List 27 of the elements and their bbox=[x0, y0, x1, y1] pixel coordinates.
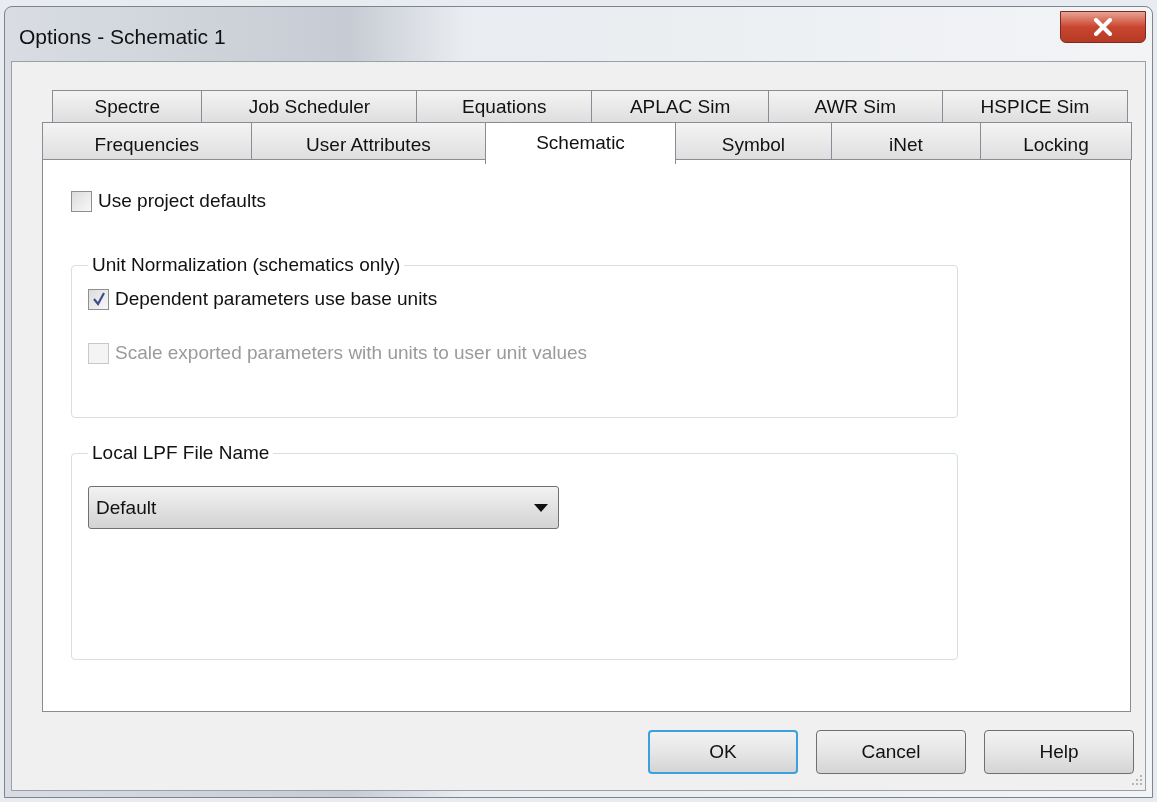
caret-icon bbox=[534, 503, 548, 512]
checkbox-label[interactable]: Dependent parameters use base units bbox=[115, 288, 438, 310]
checkbox-label[interactable]: Use project defaults bbox=[98, 190, 266, 212]
resize-grip-icon[interactable] bbox=[1129, 774, 1143, 788]
dialog-button[interactable]: OK bbox=[648, 730, 798, 774]
tab[interactable]: Job Scheduler bbox=[201, 90, 418, 122]
checkbox[interactable] bbox=[71, 190, 92, 212]
checkbox[interactable] bbox=[88, 288, 109, 310]
tab[interactable]: Symbol bbox=[674, 122, 832, 160]
tab[interactable]: AWR Sim bbox=[767, 90, 943, 122]
tab[interactable]: APLAC Sim bbox=[591, 90, 769, 122]
tab[interactable]: Equations bbox=[416, 90, 593, 122]
tab[interactable]: Locking bbox=[979, 122, 1132, 160]
tab[interactable]: Frequencies bbox=[42, 122, 252, 160]
tab[interactable]: User Attributes bbox=[250, 122, 487, 160]
dialog-button[interactable]: Help bbox=[984, 730, 1134, 774]
close-button[interactable] bbox=[1060, 11, 1146, 43]
dialog-button[interactable]: Cancel bbox=[816, 730, 966, 774]
group-title: Local LPF File Name bbox=[91, 442, 271, 464]
window-title: Options - Schematic 1 bbox=[19, 25, 226, 49]
dropdown[interactable]: Default bbox=[88, 486, 559, 529]
tab[interactable]: iNet bbox=[830, 122, 981, 160]
tab[interactable]: Schematic bbox=[485, 122, 676, 164]
tab[interactable]: HSPICE Sim bbox=[941, 90, 1128, 122]
close-icon bbox=[1092, 18, 1114, 36]
tab[interactable]: Spectre bbox=[52, 90, 203, 122]
group-title: Unit Normalization (schematics only) bbox=[91, 254, 402, 276]
